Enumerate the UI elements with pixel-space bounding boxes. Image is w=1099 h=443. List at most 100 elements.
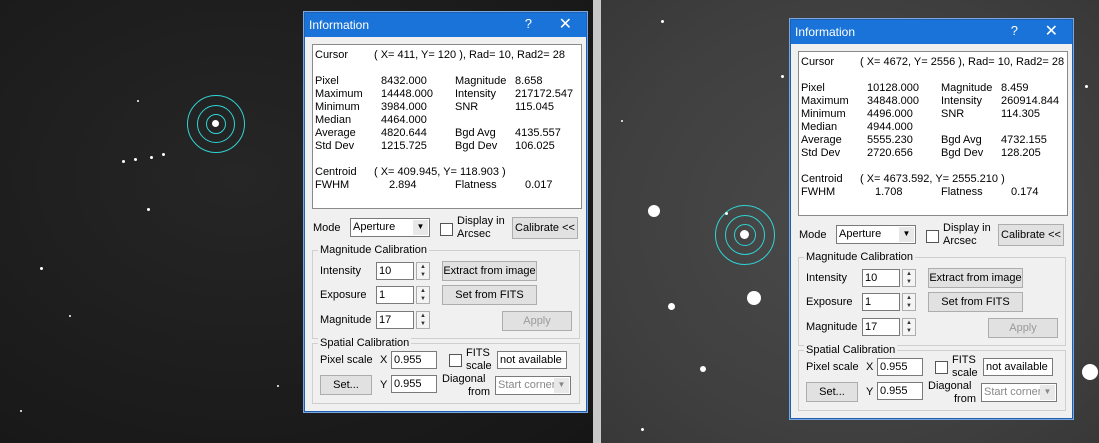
set-from-fits-button[interactable]: Set from FITS xyxy=(928,292,1023,312)
arcsec-label-1: Display in xyxy=(943,222,991,234)
magnitude-input[interactable]: 17 xyxy=(376,311,414,329)
magnitude-input[interactable]: 17 xyxy=(862,318,900,336)
diagonal-label-1: Diagonal xyxy=(442,373,486,385)
stat-value: 4135.557 xyxy=(515,127,561,139)
help-icon[interactable]: ? xyxy=(1011,23,1018,38)
intensity-spinner[interactable]: ▲ ▼ xyxy=(416,262,430,280)
star xyxy=(277,385,279,387)
apply-button[interactable]: Apply xyxy=(988,318,1058,338)
window-divider xyxy=(593,0,601,443)
mode-select[interactable]: Aperture ▼ xyxy=(350,218,430,237)
intensity-input[interactable]: 10 xyxy=(376,262,414,280)
pixel-scale-x-input[interactable]: 0.955 xyxy=(877,358,923,376)
stat-value: 217172.547 xyxy=(515,88,574,100)
x-label: X xyxy=(380,354,388,366)
flatness-label: Flatness xyxy=(455,179,497,191)
mode-value: Aperture xyxy=(353,221,396,233)
pixel-scale-y-input[interactable]: 0.955 xyxy=(391,375,437,393)
magnitude-label: Magnitude xyxy=(320,314,372,326)
fwhm-label: FWHM xyxy=(801,186,836,198)
set-button[interactable]: Set... xyxy=(320,375,372,395)
chevron-down-icon[interactable]: ▼ xyxy=(1040,385,1055,400)
star xyxy=(781,75,784,78)
target-star xyxy=(740,230,749,239)
magnitude-calibration-title: Magnitude Calibration xyxy=(318,244,430,256)
stat-value: 34848.000 xyxy=(867,95,919,107)
start-corner-select[interactable]: Start corner ▼ xyxy=(981,383,1057,402)
stat-label: Average xyxy=(315,127,356,139)
information-dialog-right: Information ? ✕ Cursor ( X= 4672, Y= 255… xyxy=(790,19,1073,419)
flatness-value: 0.017 xyxy=(525,179,553,191)
stat-label: Magnitude xyxy=(455,75,507,87)
exposure-input[interactable]: 1 xyxy=(376,286,414,304)
chevron-down-icon[interactable]: ▼ xyxy=(554,378,569,393)
fits-scale-checkbox[interactable] xyxy=(935,361,948,374)
arcsec-label-2: Arcsec xyxy=(457,228,491,240)
stat-label: Bgd Avg xyxy=(941,134,982,146)
star xyxy=(747,291,761,305)
y-label: Y xyxy=(380,379,388,391)
exposure-spinner[interactable]: ▲ ▼ xyxy=(902,293,916,311)
close-icon[interactable]: ✕ xyxy=(559,14,572,34)
fits-scale-checkbox[interactable] xyxy=(449,354,462,367)
diagonal-label-1: Diagonal xyxy=(928,380,972,392)
stat-label: Maximum xyxy=(801,95,849,107)
pixel-scale-label: Pixel scale xyxy=(806,361,859,373)
stat-value: 4732.155 xyxy=(1001,134,1047,146)
target-star xyxy=(212,120,219,127)
intensity-spinner[interactable]: ▲ ▼ xyxy=(902,269,916,287)
star xyxy=(648,205,660,217)
star xyxy=(641,428,644,431)
close-icon[interactable]: ✕ xyxy=(1045,21,1058,41)
pixel-scale-label: Pixel scale xyxy=(320,354,373,366)
set-from-fits-button[interactable]: Set from FITS xyxy=(442,285,537,305)
stat-label: Pixel xyxy=(801,82,825,94)
centroid-label: Centroid xyxy=(315,166,357,178)
pixel-scale-x-input[interactable]: 0.955 xyxy=(391,351,437,369)
chevron-down-icon[interactable]: ▼ xyxy=(899,227,914,242)
magnitude-spinner[interactable]: ▲ ▼ xyxy=(902,318,916,336)
title-bar[interactable]: Information ? ✕ xyxy=(305,13,586,37)
stat-label: Intensity xyxy=(941,95,982,107)
start-corner-select[interactable]: Start corner ▼ xyxy=(495,376,571,395)
intensity-input[interactable]: 10 xyxy=(862,269,900,287)
mode-value: Aperture xyxy=(839,228,882,240)
stat-label: Bgd Dev xyxy=(941,147,984,159)
help-icon[interactable]: ? xyxy=(525,16,532,31)
stat-label: Maximum xyxy=(315,88,363,100)
stat-label: Bgd Avg xyxy=(455,127,496,139)
fits-scale-value: not available xyxy=(497,351,567,369)
star xyxy=(137,100,139,102)
stat-value: 4464.000 xyxy=(381,114,427,126)
star xyxy=(661,20,664,23)
apply-button[interactable]: Apply xyxy=(502,311,572,331)
fits-label-1: FITS xyxy=(466,347,490,359)
extract-from-image-button[interactable]: Extract from image xyxy=(928,268,1023,288)
set-button[interactable]: Set... xyxy=(806,382,858,402)
star xyxy=(621,120,623,122)
stat-value: 14448.000 xyxy=(381,88,433,100)
star xyxy=(1082,364,1098,380)
mode-select[interactable]: Aperture ▼ xyxy=(836,225,916,244)
star xyxy=(725,212,728,215)
star xyxy=(122,160,125,163)
title-bar[interactable]: Information ? ✕ xyxy=(791,20,1072,44)
chevron-down-icon[interactable]: ▼ xyxy=(413,220,428,235)
extract-from-image-button[interactable]: Extract from image xyxy=(442,261,537,281)
arcsec-checkbox[interactable] xyxy=(926,230,939,243)
arcsec-checkbox[interactable] xyxy=(440,223,453,236)
stat-label: Minimum xyxy=(315,101,360,113)
magnitude-spinner[interactable]: ▲ ▼ xyxy=(416,311,430,329)
exposure-input[interactable]: 1 xyxy=(862,293,900,311)
fwhm-value: 2.894 xyxy=(389,179,417,191)
calibrate-button[interactable]: Calibrate << xyxy=(998,224,1064,246)
y-label: Y xyxy=(866,386,874,398)
arcsec-label-1: Display in xyxy=(457,215,505,227)
calibrate-button[interactable]: Calibrate << xyxy=(512,217,578,239)
exposure-label: Exposure xyxy=(806,296,853,308)
stat-value: 3984.000 xyxy=(381,101,427,113)
pixel-scale-y-input[interactable]: 0.955 xyxy=(877,382,923,400)
centroid-value: ( X= 4673.592, Y= 2555.210 ) xyxy=(860,173,1005,185)
exposure-spinner[interactable]: ▲ ▼ xyxy=(416,286,430,304)
start-corner-value: Start corner xyxy=(984,386,1042,398)
